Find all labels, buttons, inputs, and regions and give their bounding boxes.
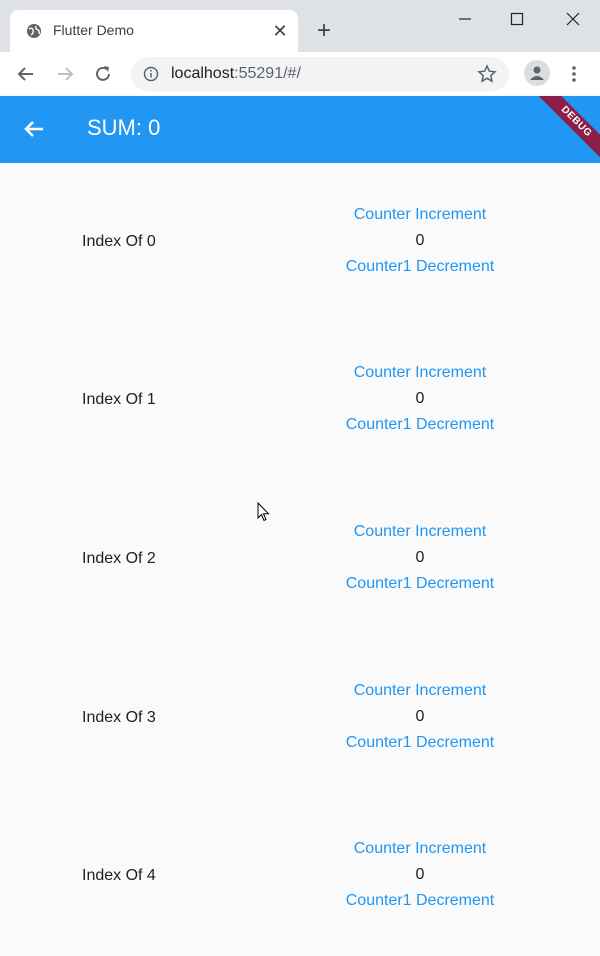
back-arrow-icon[interactable] [14,62,38,86]
browser-window-chrome: Flutter Demo ✕ + localhost:55291/#/ [0,0,600,96]
counter-increment-button[interactable]: Counter Increment [320,206,520,224]
counter-controls: Counter Increment 0 Counter1 Decrement [320,682,520,752]
profile-avatar-icon[interactable] [524,60,550,86]
maximize-icon[interactable] [504,6,530,32]
tab-strip: Flutter Demo ✕ + [0,0,600,52]
forward-arrow-icon[interactable] [53,62,77,86]
index-label: Index Of 0 [82,233,156,250]
site-info-icon[interactable] [143,66,159,82]
address-bar[interactable]: localhost:55291/#/ [131,57,509,91]
minimize-icon[interactable] [452,6,478,32]
reload-icon[interactable] [91,62,115,86]
list-item: Index Of 0 Counter Increment 0 Counter1 … [0,163,600,321]
mouse-cursor-icon [257,501,271,522]
counter-controls: Counter Increment 0 Counter1 Decrement [320,840,520,910]
list-item: Index Of 3 Counter Increment 0 Counter1 … [0,638,600,796]
counter-list: Index Of 0 Counter Increment 0 Counter1 … [0,163,600,956]
counter-value: 0 [415,232,425,249]
counter-value: 0 [415,549,425,566]
page-title: SUM: 0 [87,115,161,140]
index-label: Index Of 1 [82,391,156,408]
list-item: Index Of 2 Counter Increment 0 Counter1 … [0,479,600,637]
counter-controls: Counter Increment 0 Counter1 Decrement [320,364,520,434]
url-text: localhost:55291/#/ [171,65,301,83]
counter-value: 0 [415,708,425,725]
new-tab-button[interactable]: + [312,19,336,43]
close-tab-icon[interactable]: ✕ [270,21,290,41]
counter-controls: Counter Increment 0 Counter1 Decrement [320,523,520,593]
index-label: Index Of 2 [82,550,156,567]
counter-controls: Counter Increment 0 Counter1 Decrement [320,206,520,276]
back-arrow-icon[interactable] [22,117,46,141]
tab-title: Flutter Demo [53,22,134,38]
url-host: localhost [171,65,235,82]
counter-increment-button[interactable]: Counter Increment [320,523,520,541]
counter-increment-button[interactable]: Counter Increment [320,364,520,382]
index-label: Index Of 4 [82,867,156,884]
counter-increment-button[interactable]: Counter Increment [320,682,520,700]
index-label: Index Of 3 [82,709,156,726]
counter-value: 0 [415,866,425,883]
counter-decrement-button[interactable]: Counter1 Decrement [320,892,520,910]
counter-decrement-button[interactable]: Counter1 Decrement [320,416,520,434]
more-menu-icon[interactable] [564,62,584,86]
counter-decrement-button[interactable]: Counter1 Decrement [320,734,520,752]
debug-banner: DEBUG [527,96,600,163]
window-close-icon[interactable] [560,6,586,32]
list-item: Index Of 4 Counter Increment 0 Counter1 … [0,796,600,954]
counter-value: 0 [415,390,425,407]
url-path: :55291/#/ [234,65,301,82]
app-bar: SUM: 0 DEBUG [0,96,600,163]
browser-tab[interactable]: Flutter Demo ✕ [10,10,298,52]
counter-increment-button[interactable]: Counter Increment [320,840,520,858]
bookmark-star-icon[interactable] [477,64,497,84]
list-item: Index Of 1 Counter Increment 0 Counter1 … [0,321,600,479]
counter-decrement-button[interactable]: Counter1 Decrement [320,258,520,276]
counter-decrement-button[interactable]: Counter1 Decrement [320,575,520,593]
browser-toolbar: localhost:55291/#/ [0,52,600,96]
globe-icon [26,23,42,39]
